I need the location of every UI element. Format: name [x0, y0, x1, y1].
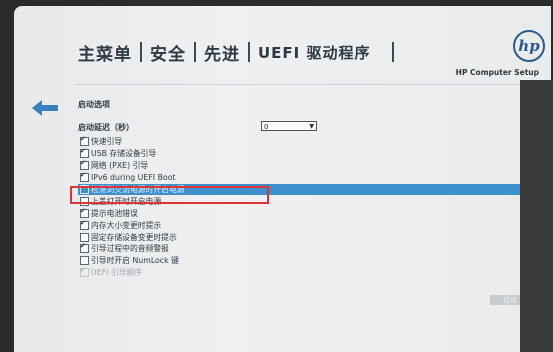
boot-option-label: 提示电池错误: [91, 208, 138, 218]
boot-option-label: 引导时开启 NumLock 键: [91, 256, 179, 266]
checkbox[interactable]: [80, 159, 89, 171]
back-arrow-icon[interactable]: [32, 100, 58, 116]
boot-option-label: 内存大小变更时提示: [91, 220, 162, 230]
bios-screen: 主菜单 安全 先进 UEFI 驱动程序 hp HP Computer Setup…: [14, 6, 551, 352]
checkbox[interactable]: [80, 256, 89, 266]
tab-separator: [140, 42, 142, 62]
boot-option-label: 引导过程中的音频警报: [91, 244, 169, 254]
boot-options-list: 快速引导 USB 存储设备引导网络 (PXE) 引导 IPv6 during UEF…: [14, 135, 551, 279]
tab-main-menu[interactable]: 主菜单: [74, 40, 136, 65]
checkbox[interactable]: [80, 135, 89, 147]
tab-separator: [194, 42, 196, 62]
boot-option-label: 快速引导: [91, 137, 123, 147]
checkbox[interactable]: [80, 232, 89, 242]
boot-option-row[interactable]: 快速引导: [14, 135, 551, 148]
boot-option-label: IPv6 during UEFI Boot: [91, 173, 176, 183]
tab-security[interactable]: 安全: [146, 40, 190, 65]
chevron-down-icon: ▼: [309, 123, 314, 130]
boot-option-row: UEFI 引导顺序: [14, 266, 551, 279]
hp-logo: hp: [513, 30, 545, 62]
checkbox[interactable]: [80, 207, 89, 218]
boot-option-row[interactable]: 引导时开启 NumLock 键: [14, 255, 551, 267]
boot-option-row[interactable]: 固定存储设备变更时提示: [14, 231, 551, 243]
checkbox[interactable]: [80, 219, 89, 230]
top-navigation: 主菜单 安全 先进 UEFI 驱动程序: [74, 40, 398, 65]
boot-option-label: USB 存储设备引导: [91, 149, 157, 159]
boot-delay-select[interactable]: 0 ▼: [261, 121, 317, 131]
boot-option-row[interactable]: USB 存储设备引导: [14, 147, 551, 160]
boot-option-row[interactable]: IPv6 during UEFI Boot: [14, 171, 551, 184]
boot-option-label: UEFI 引导顺序: [91, 268, 143, 278]
boot-delay-label: 启动延迟（秒）: [78, 123, 134, 132]
monitor-bezel: [520, 80, 553, 352]
boot-delay-value: 0: [264, 123, 269, 131]
checkbox[interactable]: [80, 147, 89, 159]
section-title: 启动选项: [78, 100, 110, 109]
boot-option-row[interactable]: 引导过程中的音频警报: [14, 242, 551, 255]
boot-option-label: 网络 (PXE) 引导: [91, 161, 149, 171]
tab-separator: [392, 42, 395, 62]
checkbox[interactable]: [80, 242, 89, 254]
red-highlight-annotation: [70, 186, 269, 204]
header-divider: [74, 84, 544, 85]
hp-computer-setup-caption: HP Computer Setup: [455, 68, 539, 77]
boot-option-label: 固定存储设备变更时提示: [91, 232, 177, 242]
boot-option-row[interactable]: 内存大小变更时提示: [14, 219, 551, 231]
checkbox: [80, 266, 89, 278]
checkbox[interactable]: [80, 171, 89, 183]
boot-option-row[interactable]: 网络 (PXE) 引导: [14, 159, 551, 172]
tab-advanced[interactable]: 先进: [200, 40, 244, 65]
tab-uefi-drivers[interactable]: UEFI 驱动程序: [254, 42, 374, 63]
tab-separator: [248, 42, 250, 62]
boot-option-row[interactable]: 提示电池错误: [14, 207, 551, 219]
